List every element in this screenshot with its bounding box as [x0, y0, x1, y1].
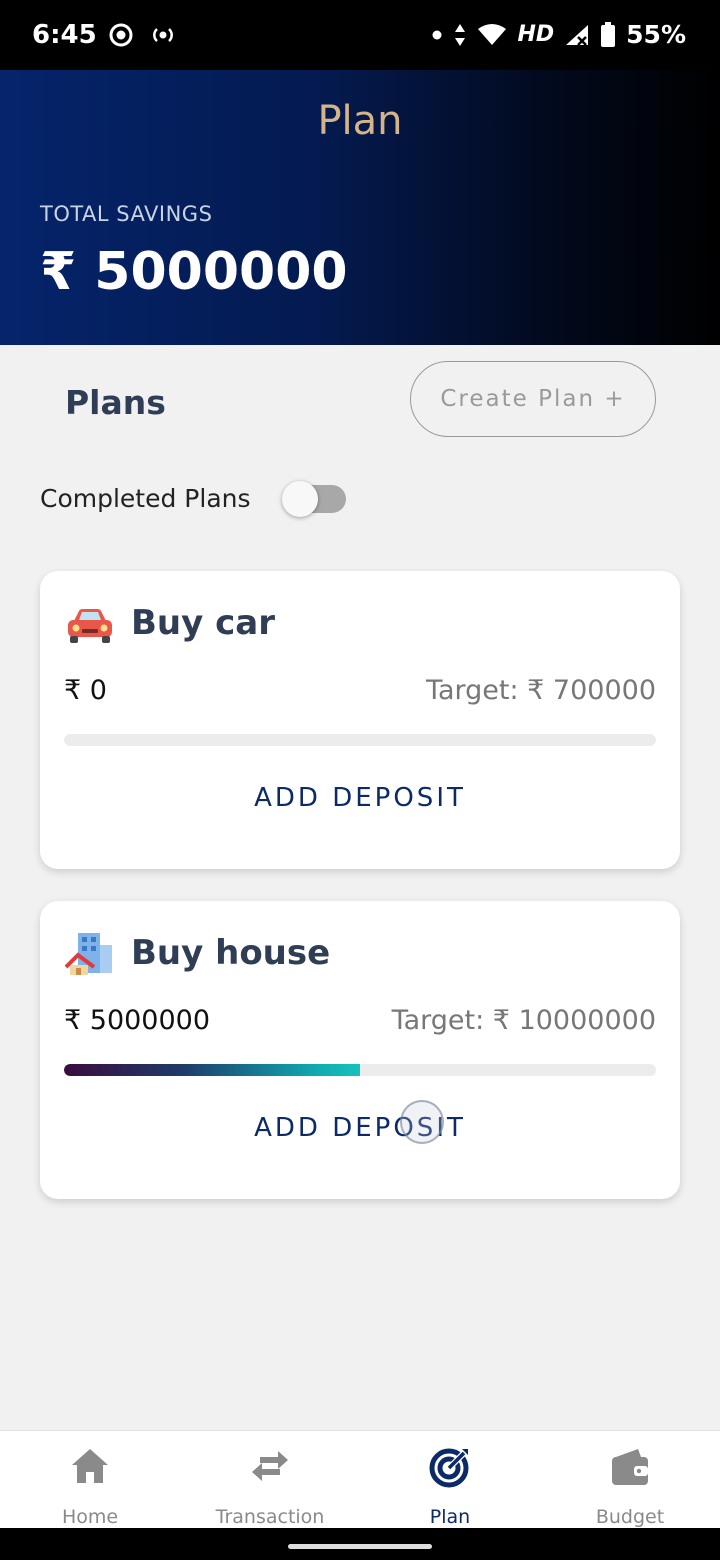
total-savings-amount: ₹ 5000000 — [40, 242, 348, 302]
status-bar: 6:45 HD 55% — [0, 0, 720, 70]
plan-progress-bar — [64, 734, 656, 746]
transfer-icon — [252, 1451, 288, 1481]
nav-home[interactable]: Home — [0, 1431, 180, 1529]
completed-plans-label: Completed Plans — [40, 484, 251, 513]
nav-label: Budget — [595, 1506, 665, 1528]
house-icon — [64, 933, 112, 975]
data-arrows-icon — [455, 23, 466, 46]
total-savings-label: TOTAL SAVINGS — [40, 202, 213, 226]
record-icon — [109, 23, 133, 47]
plans-title: Plans — [65, 383, 166, 422]
plan-target: Target: ₹ 700000 — [425, 675, 656, 706]
nav-label: Plan — [429, 1506, 471, 1528]
plan-progress-bar — [64, 1064, 656, 1076]
target-icon — [429, 1448, 469, 1488]
nav-plan[interactable]: Plan — [360, 1431, 540, 1529]
add-deposit-button[interactable]: ADD DEPOSIT — [40, 1113, 680, 1143]
nav-budget[interactable]: Budget — [540, 1431, 720, 1529]
signal-icon — [566, 24, 589, 46]
plan-target: Target: ₹ 10000000 — [391, 1005, 656, 1036]
status-right-icons: HD 55% — [431, 20, 686, 49]
completed-plans-toggle[interactable] — [282, 481, 348, 517]
status-time: 6:45 — [32, 20, 97, 50]
create-plan-button[interactable]: Create Plan + — [410, 361, 656, 437]
hotspot-icon — [153, 28, 173, 42]
plan-card[interactable]: Buy house ₹ 5000000 Target: ₹ 10000000 A… — [40, 901, 680, 1199]
page-title: Plan — [317, 98, 403, 144]
bottom-nav: Home Transaction Plan Budget — [0, 1430, 720, 1528]
system-nav-bar — [0, 1528, 720, 1560]
plan-saved-amount: ₹ 5000000 — [64, 1005, 211, 1036]
network-type: HD — [517, 22, 555, 47]
nav-transaction[interactable]: Transaction — [180, 1431, 360, 1529]
car-icon — [68, 609, 112, 643]
nav-label: Home — [61, 1506, 119, 1528]
nav-label: Transaction — [215, 1506, 325, 1528]
notification-dot-icon — [432, 30, 442, 39]
home-icon — [72, 1449, 108, 1483]
plan-saved-amount: ₹ 0 — [64, 675, 107, 706]
plan-title: Buy car — [131, 603, 275, 643]
plan-title: Buy house — [131, 933, 331, 973]
touch-ripple — [400, 1100, 444, 1144]
status-left-icons — [108, 22, 178, 48]
home-gesture-pill[interactable] — [288, 1544, 432, 1549]
wifi-icon — [478, 23, 507, 45]
toggle-thumb — [282, 481, 318, 517]
battery-level: 55% — [626, 20, 686, 49]
plan-card[interactable]: Buy car ₹ 0 Target: ₹ 700000 ADD DEPOSIT — [40, 571, 680, 869]
header: Plan TOTAL SAVINGS ₹ 5000000 — [0, 70, 720, 345]
battery-icon — [601, 21, 616, 47]
add-deposit-button[interactable]: ADD DEPOSIT — [40, 783, 680, 813]
wallet-icon — [612, 1449, 648, 1485]
plan-progress-fill — [64, 1064, 360, 1076]
